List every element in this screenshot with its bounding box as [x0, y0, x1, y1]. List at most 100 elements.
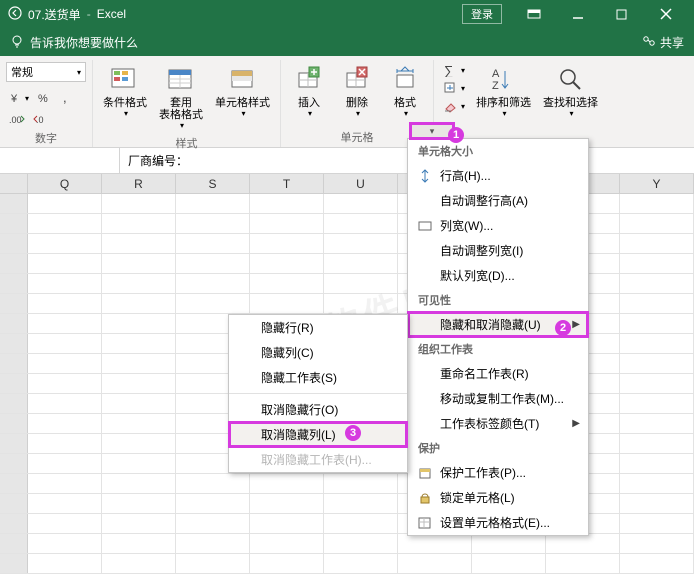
col-head[interactable]: U	[324, 174, 398, 193]
cell[interactable]	[324, 534, 398, 553]
menu-lock-cell[interactable]: 锁定单元格(L)	[408, 485, 588, 510]
cell[interactable]	[102, 374, 176, 393]
cell[interactable]	[324, 474, 398, 493]
cell[interactable]	[102, 494, 176, 513]
row-header[interactable]	[0, 534, 28, 553]
menu-protect-sheet[interactable]: 保护工作表(P)...	[408, 460, 588, 485]
cell[interactable]	[620, 374, 694, 393]
cell[interactable]	[324, 494, 398, 513]
row-header[interactable]	[0, 334, 28, 353]
submenu-unhide-cols[interactable]: 取消隐藏列(L)	[229, 422, 407, 447]
cell[interactable]	[620, 354, 694, 373]
menu-row-height[interactable]: 行高(H)...	[408, 163, 588, 188]
cell[interactable]	[102, 554, 176, 573]
cell[interactable]	[102, 334, 176, 353]
cell[interactable]	[176, 294, 250, 313]
cell[interactable]	[28, 434, 102, 453]
row-header[interactable]	[0, 414, 28, 433]
format-as-table-button[interactable]: 套用 表格格式 ▾	[155, 60, 207, 133]
menu-default-width[interactable]: 默认列宽(D)...	[408, 263, 588, 288]
cell[interactable]	[28, 254, 102, 273]
cell[interactable]	[250, 474, 324, 493]
cell[interactable]	[28, 414, 102, 433]
cell[interactable]	[250, 554, 324, 573]
cell[interactable]	[472, 554, 546, 573]
submenu-hide-sheet[interactable]: 隐藏工作表(S)	[229, 365, 407, 390]
tell-me-input[interactable]: 告诉我你想要做什么	[10, 34, 138, 51]
row-header[interactable]	[0, 514, 28, 533]
cell[interactable]	[250, 194, 324, 213]
menu-tab-color[interactable]: 工作表标签颜色(T) ▶	[408, 411, 588, 436]
close-icon[interactable]	[646, 0, 686, 28]
menu-autofit-row[interactable]: 自动调整行高(A)	[408, 188, 588, 213]
cell[interactable]	[102, 354, 176, 373]
cell[interactable]	[620, 334, 694, 353]
cell[interactable]	[620, 294, 694, 313]
cell[interactable]	[620, 434, 694, 453]
cell[interactable]	[620, 394, 694, 413]
cell[interactable]	[28, 334, 102, 353]
cell[interactable]	[620, 214, 694, 233]
cell[interactable]	[620, 274, 694, 293]
login-button[interactable]: 登录	[462, 4, 502, 24]
cell[interactable]	[324, 294, 398, 313]
share-button[interactable]: 共享	[642, 34, 684, 51]
decrease-decimal-button[interactable]: .0	[30, 112, 52, 128]
cell[interactable]	[28, 554, 102, 573]
col-head[interactable]: T	[250, 174, 324, 193]
number-format-dropdown[interactable]: 常规 ▾	[6, 62, 86, 82]
conditional-formatting-button[interactable]: 条件格式 ▾	[99, 60, 151, 121]
insert-cells-button[interactable]: 插入 ▾	[287, 60, 331, 121]
cell[interactable]	[176, 274, 250, 293]
row-header[interactable]	[0, 314, 28, 333]
cell[interactable]	[546, 534, 620, 553]
col-head[interactable]: R	[102, 174, 176, 193]
cell[interactable]	[102, 274, 176, 293]
delete-cells-button[interactable]: 删除 ▾	[335, 60, 379, 121]
format-dropdown-chevron[interactable]: ▾	[411, 124, 453, 138]
cell[interactable]	[28, 454, 102, 473]
cell[interactable]	[176, 194, 250, 213]
row-header[interactable]	[0, 294, 28, 313]
row-header[interactable]	[0, 274, 28, 293]
name-box[interactable]	[0, 148, 120, 173]
format-cells-button[interactable]: 格式 ▾	[383, 60, 427, 121]
col-head[interactable]: Y	[620, 174, 694, 193]
select-all-corner[interactable]	[0, 174, 28, 193]
comma-format-button[interactable]: ,	[56, 90, 76, 106]
autosum-button[interactable]: ∑▾	[440, 62, 468, 78]
col-head[interactable]: Q	[28, 174, 102, 193]
find-select-button[interactable]: 查找和选择 ▾	[539, 60, 602, 121]
cell[interactable]	[176, 514, 250, 533]
cell[interactable]	[176, 554, 250, 573]
cell[interactable]	[398, 554, 472, 573]
cell[interactable]	[102, 474, 176, 493]
row-header[interactable]	[0, 254, 28, 273]
minimize-icon[interactable]	[558, 0, 598, 28]
cell[interactable]	[324, 194, 398, 213]
cell[interactable]	[250, 494, 324, 513]
cell[interactable]	[620, 474, 694, 493]
cell[interactable]	[28, 374, 102, 393]
increase-decimal-button[interactable]: .00	[6, 112, 28, 128]
clear-button[interactable]: ▾	[440, 98, 468, 114]
cell[interactable]	[28, 474, 102, 493]
cell[interactable]	[102, 194, 176, 213]
cell[interactable]	[324, 254, 398, 273]
percent-format-button[interactable]: %	[34, 90, 54, 106]
cell[interactable]	[102, 234, 176, 253]
row-header[interactable]	[0, 194, 28, 213]
row-header[interactable]	[0, 394, 28, 413]
cell[interactable]	[102, 394, 176, 413]
cell[interactable]	[102, 414, 176, 433]
cell[interactable]	[102, 514, 176, 533]
back-icon[interactable]	[8, 6, 22, 23]
cell[interactable]	[250, 534, 324, 553]
cell[interactable]	[28, 234, 102, 253]
cell[interactable]	[620, 454, 694, 473]
submenu-hide-rows[interactable]: 隐藏行(R)	[229, 315, 407, 340]
submenu-unhide-rows[interactable]: 取消隐藏行(O)	[229, 397, 407, 422]
row-header[interactable]	[0, 434, 28, 453]
cell[interactable]	[28, 294, 102, 313]
cell[interactable]	[250, 294, 324, 313]
